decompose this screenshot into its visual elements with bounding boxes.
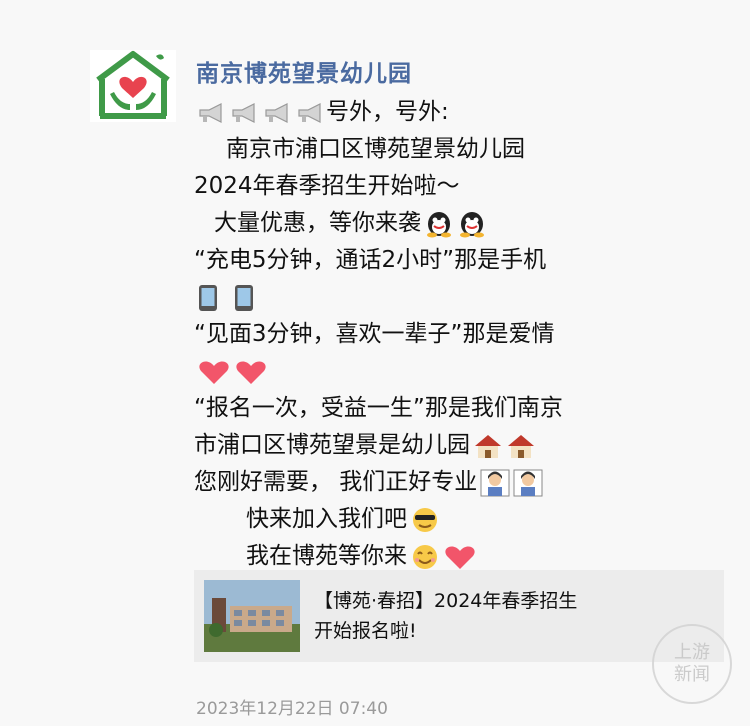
watermark-logo: 上游 新闻 — [652, 624, 732, 704]
post-line-3: 大量优惠，等你来袭 — [194, 205, 734, 242]
post-line-6: “报名一次，受益一生”那是我们南京 — [194, 390, 734, 427]
post-text: 号外，号外: — [326, 99, 449, 125]
post-line-phones — [194, 279, 734, 316]
megaphone-icon — [265, 102, 288, 123]
link-thumbnail-image — [204, 580, 300, 652]
post-text: “报名一次，受益一生”那是我们南京 — [194, 395, 563, 421]
house-icon — [508, 434, 534, 458]
post-author-name[interactable]: 南京博苑望景幼儿园 — [196, 54, 412, 88]
phone-icon — [199, 284, 217, 311]
megaphone-icon — [298, 102, 321, 123]
kindergarten-logo-avatar[interactable] — [90, 50, 176, 122]
shared-link-card[interactable]: 【博苑·春招】2024年春季招生 开始报名啦! — [194, 570, 724, 662]
heart-icon — [445, 546, 475, 569]
post-line-5: “见面3分钟，喜欢一辈子”那是爱情 — [194, 316, 734, 353]
post-text: 2024年春季招生开始啦～ — [194, 173, 460, 199]
post-line-8: 您刚好需要， 我们正好专业 — [194, 464, 734, 501]
post-line-4: “充电5分钟，通话2小时”那是手机 — [194, 242, 734, 279]
ghost-emoji-icon — [460, 211, 484, 237]
post-line-2: 2024年春季招生开始啦～ — [194, 168, 734, 205]
link-title[interactable]: 【博苑·春招】2024年春季招生 开始报名啦! — [314, 586, 704, 646]
post-text: 快来加入我们吧 — [246, 506, 407, 532]
link-title-line-2: 开始报名啦! — [314, 620, 417, 642]
house-icon — [475, 434, 501, 458]
post-line-9: 快来加入我们吧 — [194, 501, 734, 538]
post-line-0: 号外，号外: — [194, 94, 734, 131]
post-text: “见面3分钟，喜欢一辈子”那是爱情 — [194, 321, 555, 347]
link-title-line-1: 【博苑·春招】2024年春季招生 — [314, 590, 578, 612]
watermark-line-1: 上游 — [674, 642, 710, 663]
heart-icon — [236, 361, 266, 384]
post-text: 市浦口区博苑望景是幼儿园 — [194, 432, 470, 458]
smile-face-icon — [413, 544, 437, 569]
post-text: 大量优惠，等你来袭 — [214, 210, 421, 236]
post-text: 您刚好需要， 我们正好专业 — [194, 469, 478, 495]
post-text: 我在博苑等你来 — [246, 543, 407, 569]
post-timestamp: 2023年12月22日 07:40 — [196, 699, 388, 719]
teacher-icon — [480, 469, 510, 496]
post-text: “充电5分钟，通话2小时”那是手机 — [194, 247, 547, 273]
phone-icon — [235, 284, 253, 311]
megaphone-icon — [199, 102, 222, 123]
post-line-7: 市浦口区博苑望景是幼儿园 — [194, 427, 734, 464]
heart-icon — [199, 361, 229, 384]
watermark-line-2: 新闻 — [674, 664, 710, 685]
megaphone-icon — [232, 102, 255, 123]
post-body: 号外，号外: 南京市浦口区博苑望景幼儿园 2024年春季招生开始啦～ 大量优惠，… — [194, 94, 734, 575]
cool-face-icon — [413, 507, 437, 532]
post-line-1: 南京市浦口区博苑望景幼儿园 — [194, 131, 734, 168]
post-line-hearts — [194, 353, 734, 390]
teacher-icon — [513, 469, 543, 496]
moments-post: 南京博苑望景幼儿园 号外，号外: 南京市浦口区博苑望景幼儿园 2024年春季招生… — [0, 0, 750, 726]
post-text: 南京市浦口区博苑望景幼儿园 — [226, 136, 525, 162]
ghost-emoji-icon — [427, 211, 451, 237]
